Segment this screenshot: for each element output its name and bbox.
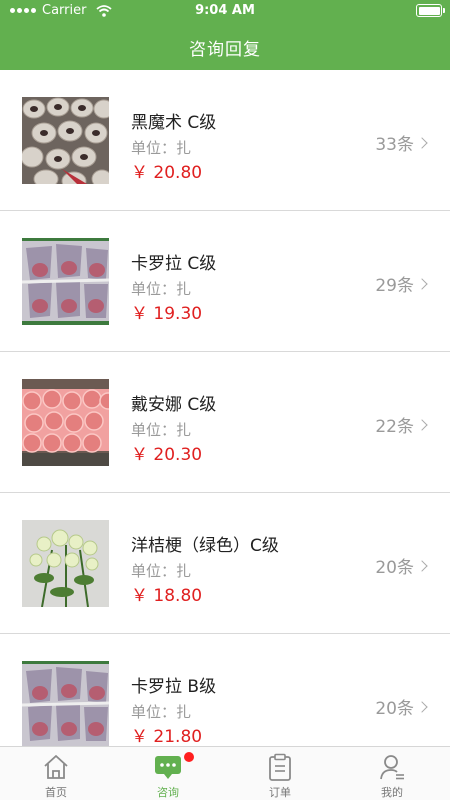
chevron-right-icon — [416, 559, 428, 572]
product-thumbnail — [22, 379, 109, 466]
tab-orders[interactable]: 订单 — [224, 747, 336, 800]
reply-count[interactable]: 22条 — [375, 412, 428, 437]
list-item[interactable]: 洋桔梗（绿色）C级 单位：扎 ￥ 18.80 20条 — [0, 493, 450, 634]
product-thumbnail — [22, 661, 109, 746]
product-thumbnail — [22, 238, 109, 325]
battery-icon — [416, 4, 445, 17]
user-icon — [380, 755, 404, 780]
page-title: 咨询回复 — [189, 40, 261, 60]
tab-consult-label: 咨询 — [157, 786, 179, 799]
product-name: 卡罗拉 C级 — [131, 254, 217, 274]
product-name: 黑魔术 C级 — [131, 113, 217, 133]
tab-profile-label: 我的 — [381, 786, 403, 799]
product-unit: 单位：扎 — [131, 280, 192, 298]
product-unit: 单位：扎 — [131, 139, 192, 157]
list-item[interactable]: 卡罗拉 C级 单位：扎 ￥ 19.30 29条 — [0, 211, 450, 352]
tab-orders-label: 订单 — [269, 786, 291, 799]
list-item[interactable]: 卡罗拉 B级 单位：扎 ￥ 21.80 20条 — [0, 634, 450, 746]
clock: 9:04 AM — [195, 3, 255, 18]
reply-count-label: 22条 — [375, 417, 414, 437]
product-name: 卡罗拉 B级 — [131, 677, 217, 697]
reply-count[interactable]: 33条 — [375, 130, 428, 155]
reply-count-label: 20条 — [375, 699, 414, 719]
reply-count[interactable]: 20条 — [375, 553, 428, 578]
consult-list[interactable]: 黑魔术 C级 单位：扎 ￥ 20.80 33条 卡罗拉 C级 单位：扎 ￥ 19… — [0, 70, 450, 746]
chevron-right-icon — [416, 277, 428, 290]
product-price: ￥ 20.80 — [131, 163, 203, 183]
chevron-right-icon — [416, 418, 428, 431]
chevron-right-icon — [416, 136, 428, 149]
reply-count-label: 33条 — [375, 135, 414, 155]
reply-count[interactable]: 20条 — [375, 694, 428, 719]
reply-count[interactable]: 29条 — [375, 271, 428, 296]
product-name: 戴安娜 C级 — [131, 395, 217, 415]
product-unit: 单位：扎 — [131, 421, 192, 439]
product-price: ￥ 20.30 — [131, 445, 203, 465]
product-unit: 单位：扎 — [131, 562, 192, 580]
chat-icon — [155, 756, 181, 779]
product-unit: 单位：扎 — [131, 703, 192, 721]
product-price: ￥ 18.80 — [131, 586, 203, 606]
reply-count-label: 29条 — [375, 276, 414, 296]
home-icon — [44, 755, 68, 779]
chevron-right-icon — [416, 700, 428, 713]
reply-count-label: 20条 — [375, 558, 414, 578]
product-price: ￥ 21.80 — [131, 727, 203, 746]
product-name: 洋桔梗（绿色）C级 — [131, 536, 279, 556]
notification-badge — [184, 752, 194, 762]
tab-bar: 首页 咨询 订单 我的 — [0, 746, 450, 800]
header: Carrier 9:04 AM 咨询回复 — [0, 0, 450, 70]
product-price: ￥ 19.30 — [131, 304, 203, 324]
tab-profile[interactable]: 我的 — [336, 747, 448, 800]
status-bar: Carrier 9:04 AM — [0, 0, 450, 22]
product-thumbnail — [22, 520, 109, 607]
product-thumbnail — [22, 97, 109, 184]
tab-home-label: 首页 — [45, 786, 67, 799]
clipboard-icon — [269, 753, 291, 781]
tab-home[interactable]: 首页 — [0, 747, 112, 800]
list-item[interactable]: 黑魔术 C级 单位：扎 ￥ 20.80 33条 — [0, 70, 450, 211]
list-item[interactable]: 戴安娜 C级 单位：扎 ￥ 20.30 22条 — [0, 352, 450, 493]
tab-consult[interactable]: 咨询 — [112, 747, 224, 800]
